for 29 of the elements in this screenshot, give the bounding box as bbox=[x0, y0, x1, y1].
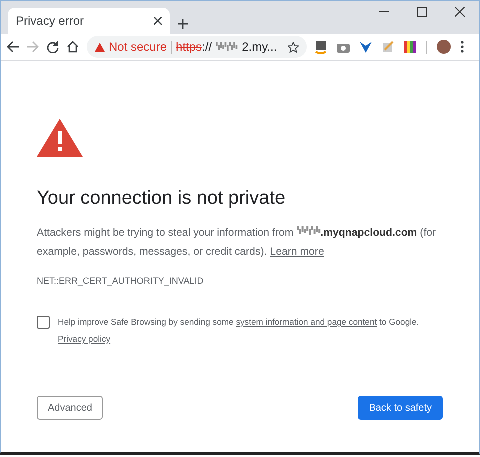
system-information-link[interactable]: system information and page content bbox=[236, 317, 378, 327]
warning-icon bbox=[95, 42, 105, 52]
maximize-icon[interactable] bbox=[417, 7, 427, 17]
back-to-safety-button[interactable]: Back to safety bbox=[358, 396, 443, 420]
redacted-mark bbox=[296, 226, 321, 237]
privacy-policy-link[interactable]: Privacy policy bbox=[58, 334, 111, 344]
redacted-mark bbox=[216, 42, 238, 52]
address-bar[interactable]: Not secure https:// 2.my... bbox=[87, 36, 307, 58]
advanced-button[interactable]: Advanced bbox=[37, 396, 104, 420]
extension-icon[interactable] bbox=[315, 40, 327, 54]
opt-in-text: Help improve Safe Browsing by sending some system information and page content to Google. Privacy policy bbox=[58, 316, 420, 346]
warning-icon bbox=[37, 119, 83, 157]
menu-icon[interactable] bbox=[461, 41, 464, 53]
browser-tab[interactable]: Privacy error bbox=[8, 8, 170, 34]
star-icon[interactable] bbox=[288, 42, 299, 52]
error-message: Attackers might be trying to steal your information from .myqnapcloud.com (for example, passwords, messages, or credit cards). Learn more bbox=[37, 225, 438, 260]
avatar-icon[interactable] bbox=[437, 40, 451, 54]
error-code: NET::ERR_CERT_AUTHORITY_INVALID bbox=[37, 276, 205, 286]
learn-more-link[interactable]: Learn more bbox=[270, 246, 324, 258]
extension-icon[interactable] bbox=[360, 42, 372, 52]
home-icon[interactable] bbox=[67, 41, 79, 53]
new-tab-icon[interactable] bbox=[178, 19, 188, 29]
checkbox[interactable] bbox=[37, 316, 50, 329]
close-icon[interactable] bbox=[154, 17, 162, 25]
close-icon[interactable] bbox=[455, 7, 465, 17]
back-icon[interactable] bbox=[7, 41, 19, 53]
error-heading: Your connection is not private bbox=[37, 188, 287, 210]
camera-icon[interactable] bbox=[337, 42, 350, 52]
reload-icon[interactable] bbox=[47, 41, 59, 53]
